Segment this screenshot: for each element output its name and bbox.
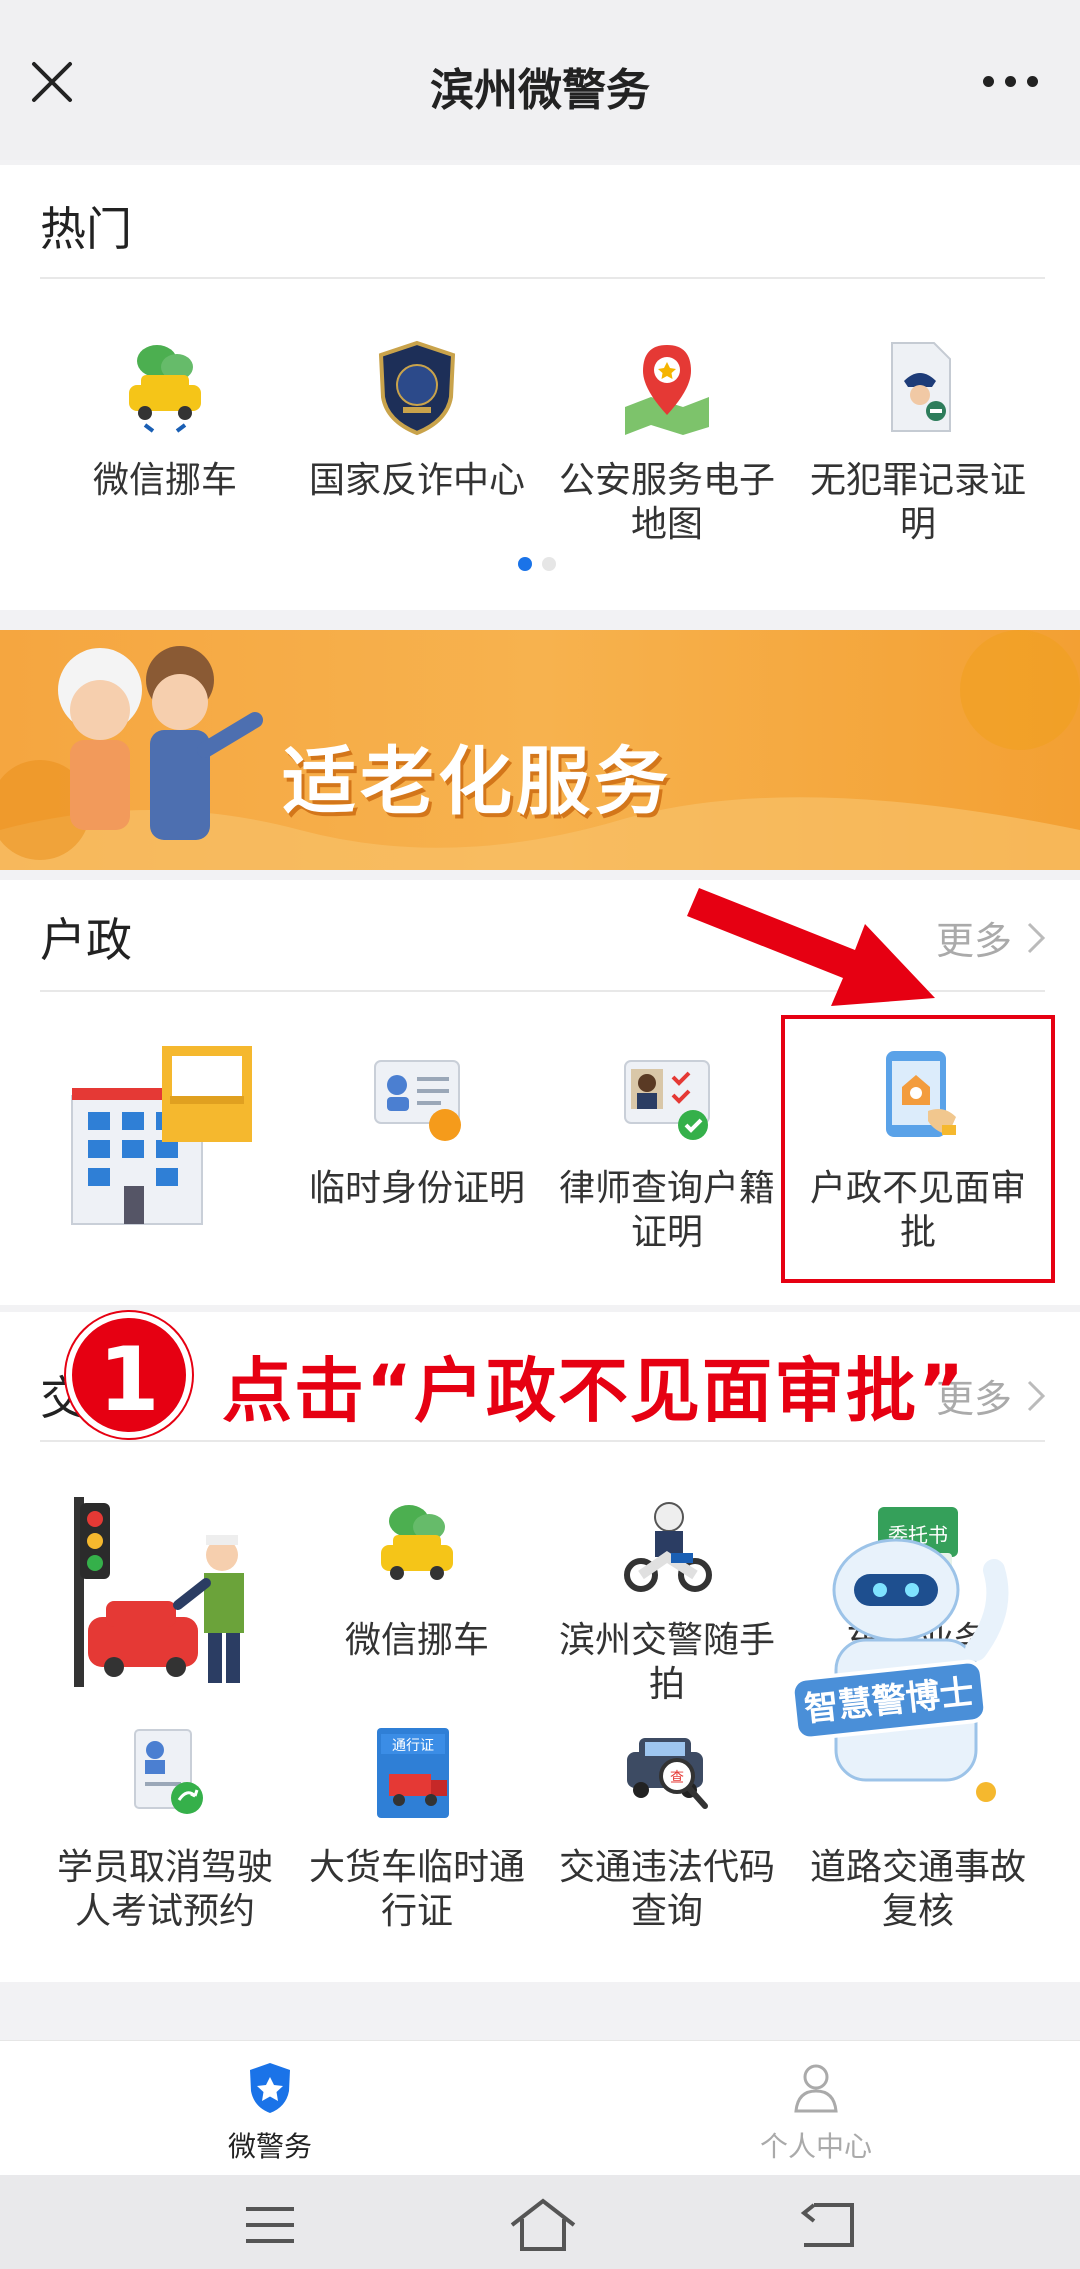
tab-personal-center[interactable]: 个人中心 <box>696 2061 936 2165</box>
traffic-item-truck-pass[interactable]: 通行证 大货车临时通行证 <box>292 1724 542 1934</box>
elder-service-banner[interactable]: 适老化服务 <box>0 630 1080 870</box>
huzheng-item-temp-id[interactable]: 临时身份证明 <box>292 1045 542 1211</box>
cancel-exam-icon <box>134 1729 203 1814</box>
hot-item-wechat-car[interactable]: 微信挪车 <box>40 337 290 503</box>
hot-item-no-crime-cert[interactable]: 无犯罪记录证明 <box>793 337 1043 547</box>
hot-title: 热门 <box>40 202 132 256</box>
home-icon[interactable] <box>508 2197 578 2253</box>
banner-text: 适老化服务 <box>282 739 672 825</box>
traffic-item-wechat-car[interactable]: 微信挪车 <box>292 1497 542 1663</box>
title-bar: 滨州微警务 <box>0 0 1080 160</box>
chevron-right-icon <box>1027 1380 1046 1411</box>
step-number-badge: 1 <box>66 1312 192 1438</box>
traffic-item-cancel-exam[interactable]: 学员取消驾驶人考试预约 <box>40 1724 290 1934</box>
hot-item-police-map[interactable]: 公安服务电子地图 <box>542 337 792 547</box>
traffic-police-illustration <box>74 1497 244 1687</box>
back-icon[interactable] <box>800 2201 856 2249</box>
car-wechat-icon <box>381 1505 453 1580</box>
car-wechat-icon <box>129 345 201 433</box>
temp-id-icon <box>374 1060 461 1141</box>
step-instruction: 点击“户政不见面审批” <box>222 1350 967 1432</box>
highlight-box <box>781 1015 1055 1283</box>
more-menu-icon[interactable] <box>983 76 1038 87</box>
carousel-dots <box>518 557 556 571</box>
person-icon <box>794 2064 838 2113</box>
menu-icon[interactable] <box>244 2205 296 2245</box>
household-building-icon <box>71 1046 252 1225</box>
truck-pass-icon: 通行证 <box>377 1728 449 1818</box>
robot-mascot[interactable]: 智慧警博士 <box>776 1530 1026 1830</box>
traffic-item-photo-report[interactable]: 滨州交警随手拍 <box>542 1497 792 1707</box>
chevron-right-icon <box>1027 922 1046 953</box>
system-nav-bar <box>0 2175 1080 2269</box>
tab-micro-police[interactable]: 微警务 <box>150 2061 390 2165</box>
hot-item-anti-fraud[interactable]: 国家反诈中心 <box>292 337 542 503</box>
shield-star-icon <box>250 2063 290 2113</box>
police-certificate-icon <box>891 342 951 432</box>
traffic-item-violation-code[interactable]: 查 交通违法代码查询 <box>542 1724 792 1934</box>
huzheng-title: 户政 <box>40 913 132 967</box>
lawyer-query-icon <box>624 1060 710 1140</box>
page-title: 滨州微警务 <box>430 65 650 116</box>
anti-fraud-shield-icon <box>378 340 456 436</box>
svg-text:通行证: 通行证 <box>392 1738 434 1754</box>
red-arrow-icon <box>687 888 935 1006</box>
map-pin-icon <box>625 345 709 435</box>
traffic-police-moto-icon <box>624 1502 712 1592</box>
violation-code-icon: 查 <box>627 1738 708 1809</box>
huzheng-more-link[interactable]: 更多 <box>936 910 1046 965</box>
svg-text:查: 查 <box>670 1770 684 1786</box>
bottom-tab-bar: 微警务 个人中心 <box>0 2040 1080 2175</box>
hot-section: 热门 微信挪车 国家反诈中心 公安服务电子地图 无犯罪记录证明 <box>0 165 1080 610</box>
huzheng-item-lawyer-query[interactable]: 律师查询户籍证明 <box>542 1045 792 1255</box>
